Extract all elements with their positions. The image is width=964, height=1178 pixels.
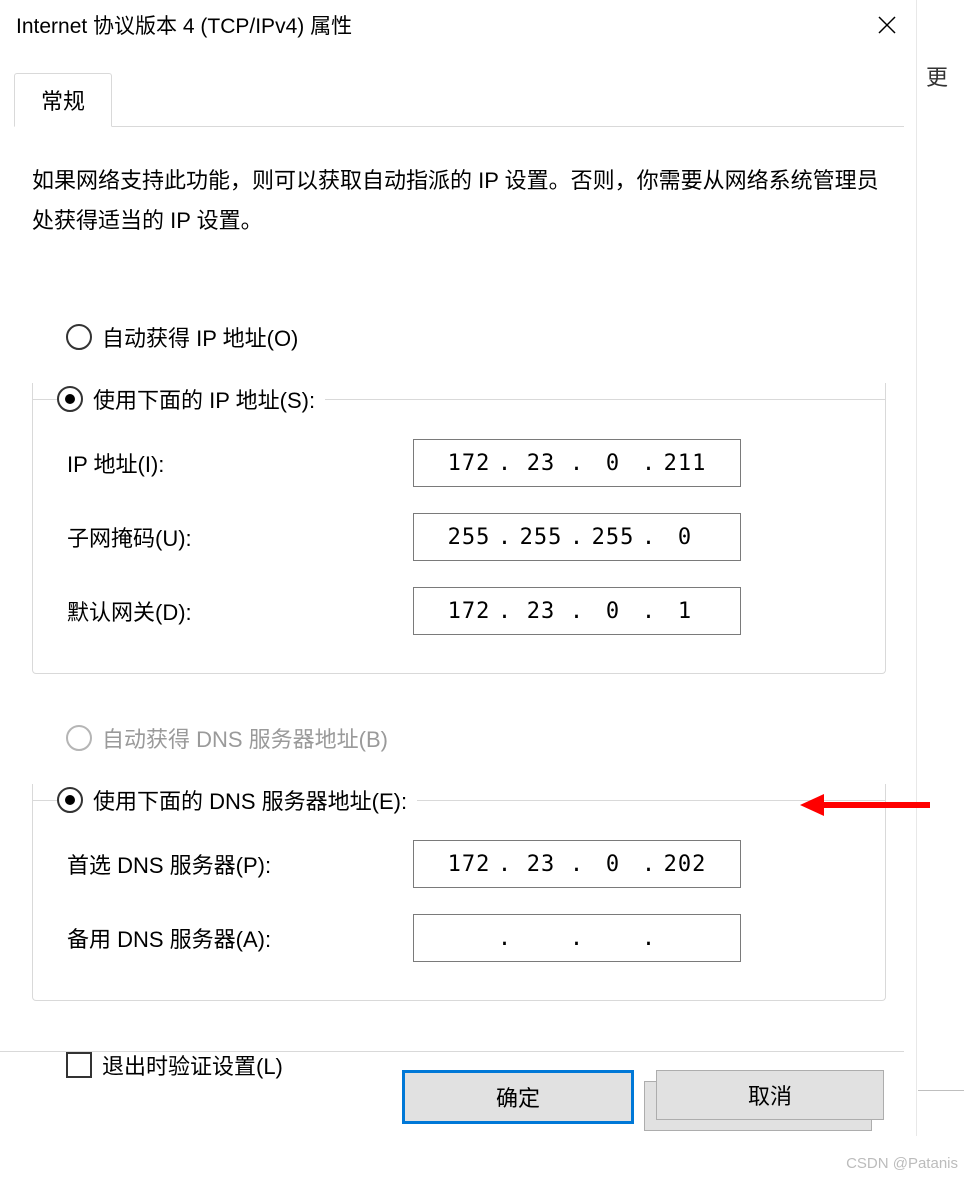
ok-button[interactable]: 确定 bbox=[402, 1070, 634, 1124]
label-alternate-dns: 备用 DNS 服务器(A): bbox=[67, 922, 413, 954]
radio-label: 使用下面的 IP 地址(S): bbox=[93, 383, 315, 415]
ip-fieldset: 使用下面的 IP 地址(S): IP 地址(I): 172. 23. 0. 21… bbox=[32, 383, 886, 674]
radio-manual-dns[interactable]: 使用下面的 DNS 服务器地址(E): bbox=[57, 784, 417, 816]
radio-icon bbox=[57, 386, 83, 412]
radio-icon bbox=[66, 725, 92, 751]
dialog-footer: 确定 取消 bbox=[0, 1051, 904, 1124]
input-default-gateway[interactable]: 172. 23. 0. 1 bbox=[413, 587, 741, 635]
radio-icon bbox=[57, 787, 83, 813]
label-default-gateway: 默认网关(D): bbox=[67, 595, 413, 627]
description-text: 如果网络支持此功能，则可以获取自动指派的 IP 设置。否则，你需要从网络系统管理… bbox=[32, 161, 886, 241]
tab-bar: 常规 bbox=[14, 74, 904, 127]
label-preferred-dns: 首选 DNS 服务器(P): bbox=[67, 848, 413, 880]
input-alternate-dns[interactable]: . . . bbox=[413, 914, 741, 962]
dns-fieldset: 使用下面的 DNS 服务器地址(E): 首选 DNS 服务器(P): 172. … bbox=[32, 784, 886, 1001]
radio-manual-ip[interactable]: 使用下面的 IP 地址(S): bbox=[57, 383, 325, 415]
input-ip-address[interactable]: 172. 23. 0. 211 bbox=[413, 439, 741, 487]
radio-auto-ip[interactable]: 自动获得 IP 地址(O) bbox=[66, 321, 886, 353]
input-preferred-dns[interactable]: 172. 23. 0. 202 bbox=[413, 840, 741, 888]
cancel-button[interactable]: 取消 bbox=[656, 1070, 884, 1120]
radio-auto-dns: 自动获得 DNS 服务器地址(B) bbox=[66, 722, 886, 754]
radio-label: 使用下面的 DNS 服务器地址(E): bbox=[93, 784, 407, 816]
close-icon[interactable] bbox=[864, 2, 910, 48]
window-title: Internet 协议版本 4 (TCP/IPv4) 属性 bbox=[16, 10, 864, 40]
label-subnet-mask: 子网掩码(U): bbox=[67, 521, 413, 553]
label-ip-address: IP 地址(I): bbox=[67, 447, 413, 479]
tab-general[interactable]: 常规 bbox=[14, 73, 112, 127]
background-divider bbox=[918, 1090, 964, 1105]
background-text: 更 bbox=[926, 60, 948, 92]
dialog-window: Internet 协议版本 4 (TCP/IPv4) 属性 常规 如果网络支持此… bbox=[2, 0, 917, 1136]
input-subnet-mask[interactable]: 255. 255. 255. 0 bbox=[413, 513, 741, 561]
title-bar: Internet 协议版本 4 (TCP/IPv4) 属性 bbox=[2, 0, 916, 50]
radio-label: 自动获得 IP 地址(O) bbox=[102, 321, 298, 353]
radio-icon bbox=[66, 324, 92, 350]
watermark-credit: CSDN @Patanis bbox=[846, 1155, 958, 1172]
radio-label: 自动获得 DNS 服务器地址(B) bbox=[102, 722, 388, 754]
